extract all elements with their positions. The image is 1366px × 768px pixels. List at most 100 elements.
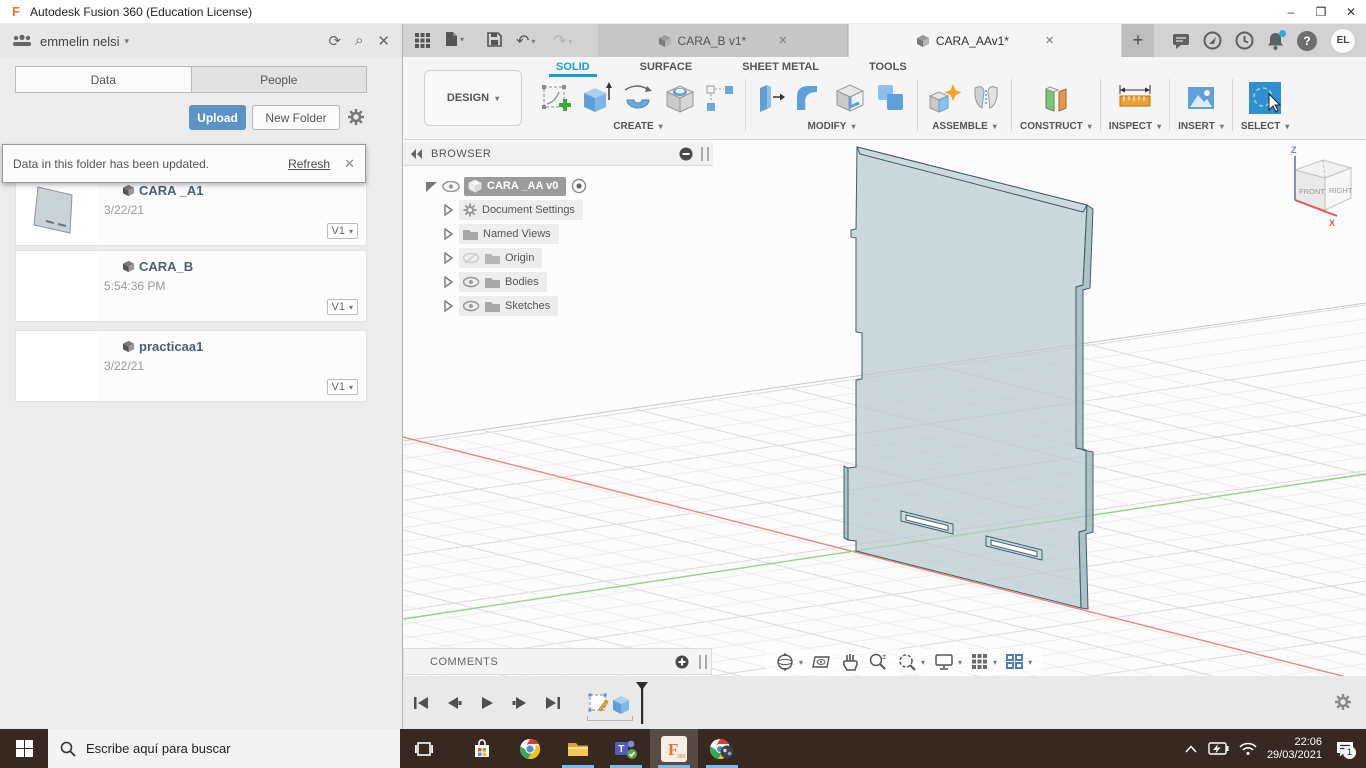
- expand-icon[interactable]: [443, 204, 454, 216]
- select-icon[interactable]: [1247, 80, 1283, 116]
- assemble-group-label[interactable]: ASSEMBLE▾: [932, 121, 997, 132]
- new-document-tab-button[interactable]: +: [1122, 24, 1154, 57]
- document-tab-cara-b[interactable]: CARA_B v1* ✕: [598, 24, 848, 57]
- create-sketch-icon[interactable]: [539, 80, 573, 116]
- close-tab-icon[interactable]: ✕: [778, 34, 787, 47]
- measure-icon[interactable]: [1115, 80, 1155, 116]
- expand-icon[interactable]: [443, 252, 454, 264]
- version-dropdown[interactable]: V1▾: [327, 379, 358, 395]
- close-button[interactable]: ✕: [1336, 1, 1366, 23]
- joint-icon[interactable]: [969, 80, 1003, 116]
- save-icon[interactable]: [487, 32, 502, 47]
- tray-expand-chevron-icon[interactable]: [1185, 745, 1197, 753]
- workspace-selector[interactable]: DESIGN▾: [424, 70, 522, 126]
- browser-root-row[interactable]: CARA _AA v0: [403, 174, 713, 198]
- comments-bar[interactable]: COMMENTS: [403, 648, 712, 675]
- job-status-clock-icon[interactable]: [1235, 31, 1254, 50]
- help-icon[interactable]: ?: [1297, 31, 1317, 51]
- inspect-group-label[interactable]: INSPECT▾: [1109, 121, 1161, 132]
- add-comment-icon[interactable]: [675, 655, 689, 669]
- timeline-play-button[interactable]: [479, 695, 495, 711]
- visibility-eye-icon[interactable]: [463, 300, 480, 312]
- construct-plane-icon[interactable]: [1038, 80, 1074, 116]
- browser-node-origin[interactable]: Origin: [403, 246, 713, 270]
- expand-icon[interactable]: [443, 228, 454, 240]
- activate-component-radio[interactable]: [571, 178, 587, 194]
- undo-button[interactable]: ↶▾: [516, 31, 535, 51]
- viewports-tool[interactable]: ▾: [1006, 654, 1032, 670]
- root-component[interactable]: CARA _AA v0: [464, 177, 566, 196]
- dismiss-notification-icon[interactable]: ✕: [344, 156, 355, 172]
- timeline-position-marker[interactable]: [635, 681, 649, 725]
- refresh-icon[interactable]: ⟳: [328, 32, 341, 50]
- orbit-tool[interactable]: ▾: [775, 652, 803, 672]
- timeline-settings-gear-icon[interactable]: [1334, 693, 1352, 711]
- timeline-step-back-button[interactable]: [446, 695, 462, 711]
- combine-icon[interactable]: [873, 80, 909, 116]
- browser-node-sketches[interactable]: Sketches: [403, 294, 713, 318]
- taskbar-search-box[interactable]: Escribe aquí para buscar: [48, 729, 400, 768]
- revolve-icon[interactable]: [619, 80, 657, 116]
- grid-snap-tool[interactable]: ▾: [971, 653, 997, 671]
- timeline-sketch-feature[interactable]: [587, 690, 609, 716]
- comments-icon[interactable]: [1172, 33, 1190, 49]
- view-cube[interactable]: FRONT RIGHT Z X: [1277, 144, 1363, 232]
- refresh-link[interactable]: Refresh: [288, 157, 330, 171]
- close-panel-icon[interactable]: ✕: [377, 32, 390, 50]
- file-card-practicaa1[interactable]: practicaa1 3/22/21 V1▾: [15, 330, 367, 402]
- file-name[interactable]: CARA _A1: [122, 183, 204, 198]
- visibility-off-eye-icon[interactable]: [463, 252, 480, 264]
- close-tab-icon[interactable]: ✕: [1045, 34, 1054, 47]
- tab-solid[interactable]: SOLID: [531, 57, 615, 77]
- file-name[interactable]: CARA_B: [122, 259, 193, 274]
- browser-node-document-settings[interactable]: Document Settings: [403, 198, 713, 222]
- tab-sheet-metal[interactable]: SHEET METAL: [717, 57, 844, 77]
- fillet-icon[interactable]: [791, 80, 827, 116]
- restore-button[interactable]: ❐: [1306, 1, 1336, 23]
- data-panel-toggle-icon[interactable]: [415, 33, 430, 48]
- insert-image-icon[interactable]: [1183, 80, 1219, 116]
- expand-icon[interactable]: [443, 276, 454, 288]
- browser-node-named-views[interactable]: Named Views: [403, 222, 713, 246]
- minimize-button[interactable]: –: [1276, 1, 1306, 23]
- timeline-go-to-start-button[interactable]: [413, 695, 429, 711]
- viewcube-right-label[interactable]: RIGHT: [1329, 186, 1353, 195]
- upload-button[interactable]: Upload: [189, 105, 246, 130]
- rectangular-pattern-icon[interactable]: [703, 80, 737, 116]
- look-at-tool[interactable]: [812, 653, 832, 671]
- account-name[interactable]: emmelin nelsi: [40, 34, 119, 49]
- wifi-icon[interactable]: [1239, 742, 1257, 755]
- tab-surface[interactable]: SURFACE: [615, 57, 718, 77]
- shell-icon[interactable]: [832, 80, 868, 116]
- display-settings-tool[interactable]: ▾: [934, 653, 962, 671]
- taskbar-app-store[interactable]: [458, 729, 506, 768]
- account-caret-icon[interactable]: ▾: [124, 36, 129, 47]
- document-tab-cara-aa[interactable]: CARA_AAv1* ✕: [849, 24, 1121, 57]
- zoom-window-tool[interactable]: ▾: [897, 652, 925, 672]
- taskbar-clock[interactable]: 22:06 29/03/2021: [1267, 736, 1322, 762]
- expand-collapse-icon[interactable]: [425, 180, 438, 193]
- tab-people[interactable]: People: [191, 67, 367, 92]
- extensions-icon[interactable]: [1203, 31, 1222, 50]
- timeline-step-forward-button[interactable]: [512, 695, 528, 711]
- taskbar-app-file-explorer[interactable]: [554, 729, 602, 768]
- press-pull-icon[interactable]: [754, 80, 786, 116]
- extrude-icon[interactable]: [578, 80, 614, 116]
- tab-tools[interactable]: TOOLS: [844, 57, 932, 77]
- taskbar-app-teams[interactable]: T: [602, 729, 650, 768]
- pan-tool[interactable]: [841, 652, 859, 672]
- folder-settings-gear-icon[interactable]: [347, 108, 365, 126]
- minimize-browser-icon[interactable]: [679, 147, 693, 161]
- file-name[interactable]: practicaa1: [122, 339, 203, 354]
- search-icon[interactable]: ⌕: [355, 32, 363, 50]
- zoom-tool[interactable]: ±: [868, 652, 888, 672]
- notifications-bell[interactable]: [1267, 32, 1284, 50]
- file-menu-button[interactable]: ▾: [445, 31, 464, 47]
- avatar[interactable]: EL: [1330, 28, 1356, 54]
- collapse-panel-icon[interactable]: [411, 149, 423, 159]
- version-dropdown[interactable]: V1▾: [327, 223, 358, 239]
- create-group-label[interactable]: CREATE▾: [613, 121, 662, 132]
- taskbar-app-fusion360[interactable]: F360: [650, 729, 698, 768]
- task-view-button[interactable]: [400, 729, 448, 768]
- insert-group-label[interactable]: INSERT▾: [1178, 121, 1224, 132]
